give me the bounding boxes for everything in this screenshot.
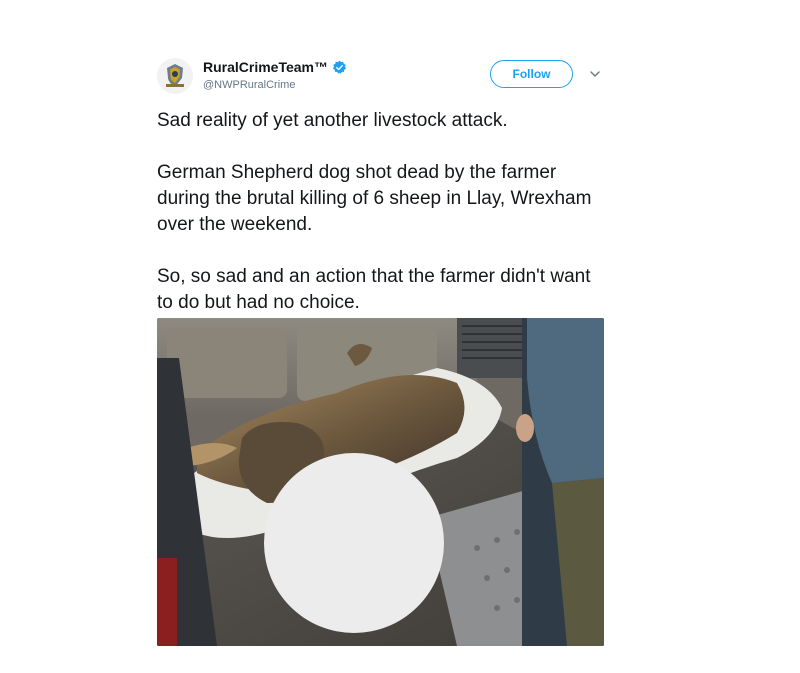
user-info: RuralCrimeTeam™ @NWPRuralCrime — [203, 59, 347, 92]
avatar[interactable] — [157, 58, 193, 94]
follow-button[interactable]: Follow — [490, 60, 573, 88]
user-handle[interactable]: @NWPRuralCrime — [203, 78, 347, 92]
display-name-row[interactable]: RuralCrimeTeam™ — [203, 59, 347, 76]
verified-icon — [332, 60, 347, 75]
tweet-card: RuralCrimeTeam™ @NWPRuralCrime Follow Sa… — [157, 55, 605, 646]
display-name[interactable]: RuralCrimeTeam™ — [203, 59, 328, 76]
tweet-text: Sad reality of yet another livestock att… — [157, 110, 592, 313]
chevron-down-icon[interactable] — [589, 67, 601, 79]
tweet-photo[interactable] — [157, 318, 604, 646]
tweet-header: RuralCrimeTeam™ @NWPRuralCrime Follow — [157, 55, 605, 99]
